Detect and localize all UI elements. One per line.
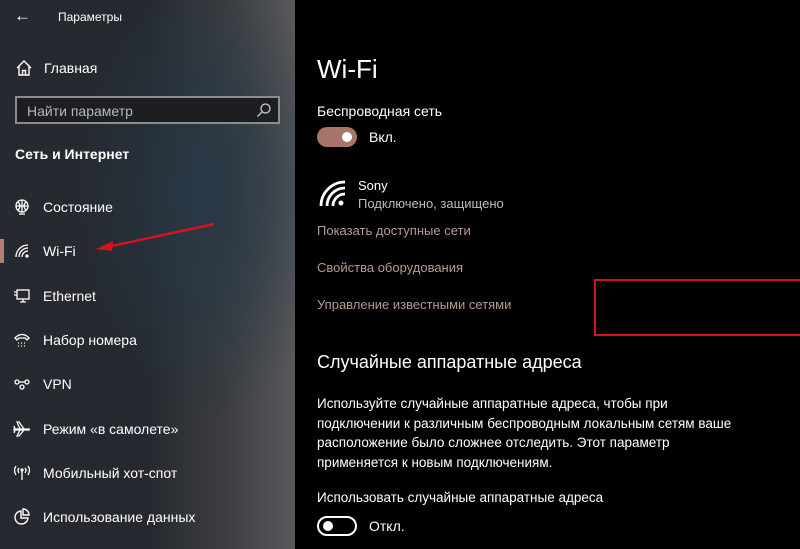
sidebar: ← Параметры Главная Сеть и Интернет Сост… [0,0,295,549]
globe-status-icon [12,197,32,217]
data-usage-icon [12,507,32,527]
vpn-icon [12,374,32,394]
app-title: Параметры [58,10,122,24]
toggle-knob [323,521,333,531]
home-label: Главная [44,60,98,76]
page-title: Wi-Fi [317,54,378,84]
network-status: Подключено, защищено [358,196,504,211]
home-nav-item[interactable]: Главная [14,58,97,78]
sidebar-item-dialup[interactable]: Набор номера [0,320,295,360]
sidebar-item-airplane[interactable]: Режим «в самолете» [0,409,295,449]
sidebar-item-data-usage[interactable]: Использование данных [0,497,295,537]
hardware-properties-link[interactable]: Свойства оборудования [317,260,463,275]
search-box[interactable] [15,96,280,124]
airplane-icon [12,419,32,439]
sidebar-item-label: Мобильный хот-спот [43,465,178,481]
main-panel: Wi-Fi Беспроводная сеть Вкл. Sony Подклю… [295,0,800,549]
sidebar-item-label: VPN [43,376,72,392]
sidebar-item-status[interactable]: Состояние [0,187,295,227]
section-title: Сеть и Интернет [15,146,130,162]
random-mac-toggle[interactable] [317,516,357,536]
random-mac-state: Откл. [369,518,405,534]
dial-up-icon [12,330,32,350]
random-mac-description: Используйте случайные аппаратные адреса,… [317,396,732,470]
wireless-label: Беспроводная сеть [317,103,443,119]
sidebar-item-label: Использование данных [43,509,196,525]
title-bar: ← Параметры [0,0,295,34]
sidebar-item-label: Ethernet [43,288,96,304]
wifi-signal-icon [319,180,346,207]
sidebar-item-label: Состояние [43,199,113,215]
network-name: Sony [358,178,388,193]
sidebar-item-ethernet[interactable]: Ethernet [0,276,295,316]
search-icon[interactable] [256,102,272,118]
hotspot-icon [12,463,32,483]
sidebar-item-label: Wi-Fi [43,243,76,259]
sidebar-item-label: Набор номера [43,332,137,348]
sidebar-item-label: Режим «в самолете» [43,421,179,437]
sidebar-item-wifi[interactable]: Wi-Fi [0,231,295,271]
search-input[interactable] [25,101,249,121]
manage-known-networks-link[interactable]: Управление известными сетями [317,297,511,312]
ethernet-icon [12,286,32,306]
wifi-icon [12,241,32,261]
random-mac-heading: Случайные аппаратные адреса [317,352,582,372]
selection-indicator [0,239,4,263]
wireless-state: Вкл. [369,129,397,145]
toggle-knob [342,132,352,142]
sidebar-item-hotspot[interactable]: Мобильный хот-спот [0,453,295,493]
home-icon [14,58,34,78]
show-networks-link[interactable]: Показать доступные сети [317,223,471,238]
connected-network[interactable]: Sony Подключено, защищено [317,176,617,216]
back-arrow-icon[interactable]: ← [14,6,31,26]
wireless-toggle[interactable] [317,127,357,147]
sidebar-item-vpn[interactable]: VPN [0,364,295,404]
random-mac-toggle-label: Использовать случайные аппаратные адреса [317,490,604,505]
